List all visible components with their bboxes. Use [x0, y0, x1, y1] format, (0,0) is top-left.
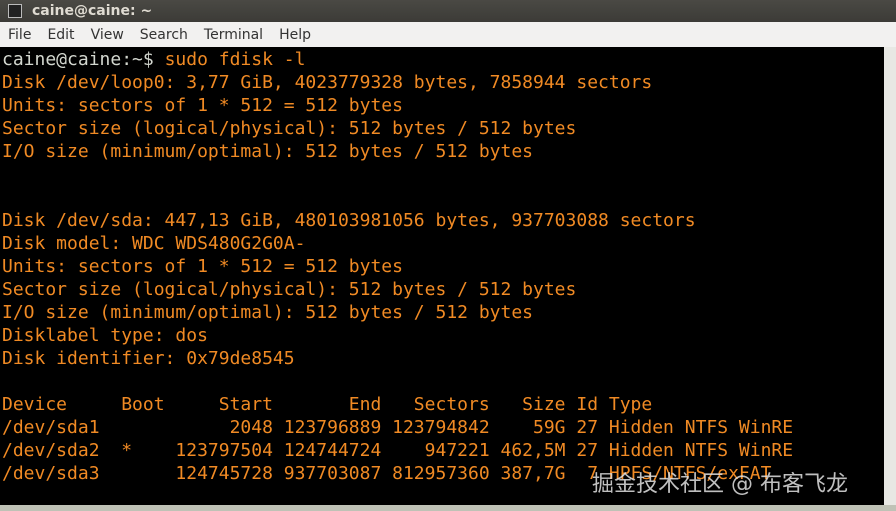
menu-search[interactable]: Search — [132, 27, 196, 43]
scrollbar[interactable] — [884, 47, 896, 505]
output-line: Disk /dev/sda: 447,13 GiB, 480103981056 … — [2, 210, 696, 231]
output-line: Sector size (logical/physical): 512 byte… — [2, 118, 577, 139]
menu-view[interactable]: View — [83, 27, 132, 43]
output-line: Device Boot Start End Sectors Size Id Ty… — [2, 394, 653, 415]
menu-file[interactable]: File — [0, 27, 39, 43]
menu-help[interactable]: Help — [271, 27, 319, 43]
output-line: /dev/sda2 * 123797504 124744724 947221 4… — [2, 440, 794, 461]
output-line: I/O size (minimum/optimal): 512 bytes / … — [2, 141, 534, 162]
window-title: caine@caine: ~ — [32, 3, 153, 19]
menu-terminal[interactable]: Terminal — [196, 27, 271, 43]
terminal-output[interactable]: caine@caine:~$ sudo fdisk -l Disk /dev/lo… — [0, 47, 884, 505]
menu-bar: File Edit View Search Terminal Help — [0, 22, 896, 47]
command: sudo fdisk -l — [164, 49, 306, 70]
output-line: Units: sectors of 1 * 512 = 512 bytes — [2, 95, 403, 116]
watermark: 掘金技术社区 @ 布客飞龙 — [592, 472, 848, 497]
title-bar: caine@caine: ~ — [0, 0, 896, 22]
menu-edit[interactable]: Edit — [39, 27, 82, 43]
output-line: Units: sectors of 1 * 512 = 512 bytes — [2, 256, 403, 277]
prompt: caine@caine:~$ — [2, 49, 165, 70]
terminal-icon — [8, 4, 22, 18]
output-line: Disklabel type: dos — [2, 325, 208, 346]
window-border — [0, 505, 896, 511]
output-line: Disk identifier: 0x79de8545 — [2, 348, 295, 369]
command-line: caine@caine:~$ sudo fdisk -l — [2, 48, 882, 71]
output-line: Sector size (logical/physical): 512 byte… — [2, 279, 577, 300]
output-line: I/O size (minimum/optimal): 512 bytes / … — [2, 302, 534, 323]
output-line: Disk model: WDC WDS480G2G0A- — [2, 233, 306, 254]
output-line: Disk /dev/loop0: 3,77 GiB, 4023779328 by… — [2, 72, 653, 93]
output-line: /dev/sda1 2048 123796889 123794842 59G 2… — [2, 417, 794, 438]
